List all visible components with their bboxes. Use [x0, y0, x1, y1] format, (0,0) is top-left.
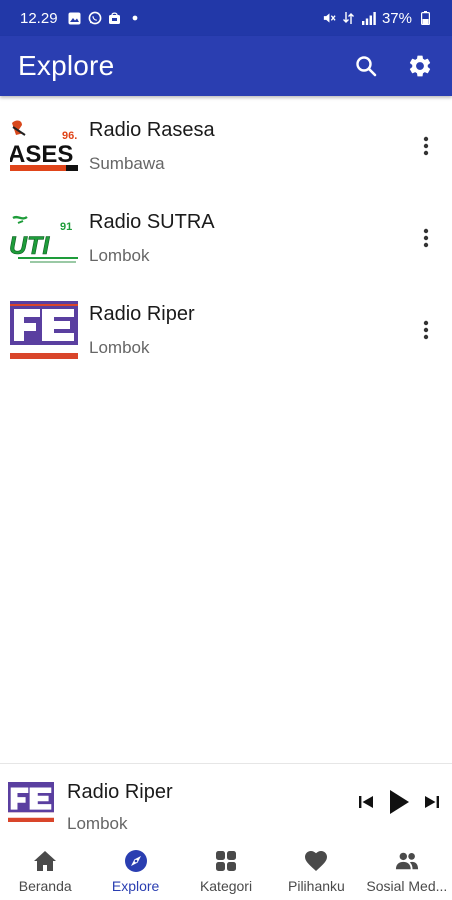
list-item-sutra[interactable]: 91 UTI Radio SUTRA Lombok [0, 192, 452, 284]
list-item-riper[interactable]: Radio Riper Lombok [0, 284, 452, 376]
more-options-button[interactable] [414, 134, 438, 158]
mini-text: Radio Riper Lombok [67, 770, 173, 834]
search-icon [356, 56, 377, 77]
page-title: Explore [18, 50, 115, 81]
next-icon [425, 795, 439, 808]
settings-button[interactable] [406, 52, 434, 80]
riper-logo [10, 301, 78, 359]
nav-item-explore[interactable]: Explore [90, 839, 180, 900]
previous-button[interactable] [358, 794, 374, 810]
grid-icon [214, 849, 238, 873]
station-list: 96. ASES Radio Rasesa Sumbawa 91 UTI Rad… [0, 100, 452, 376]
battery-text: 37% [381, 9, 412, 27]
station-region: Sumbawa [89, 154, 165, 173]
nav-label: Explore [111, 878, 160, 894]
station-text: Radio SUTRA Lombok [89, 210, 215, 266]
more-vert-icon [423, 320, 429, 340]
signal-icon [361, 11, 376, 25]
svg-text:UTI: UTI [10, 232, 50, 260]
more-options-button[interactable] [414, 226, 438, 250]
station-region: Lombok [89, 246, 150, 265]
status-bar: 12.29 37% [0, 0, 452, 36]
station-name: Radio SUTRA [89, 211, 215, 233]
status-left: 12.29 [20, 10, 142, 27]
station-name: Radio Rasesa [89, 119, 215, 141]
riper-logo [8, 781, 54, 822]
svg-text:91: 91 [60, 221, 72, 233]
sutra-logo: 91 UTI [10, 209, 78, 267]
nav-label: Sosial Med... [366, 878, 448, 894]
next-button[interactable] [424, 794, 440, 810]
mini-player[interactable]: Radio Riper Lombok [0, 763, 452, 839]
home-icon [33, 849, 57, 873]
heart-icon [304, 849, 328, 873]
nav-label: Kategori [199, 878, 253, 894]
player-controls [358, 789, 440, 815]
settings-icon [409, 55, 431, 77]
image-icon [68, 11, 82, 25]
data-icon [342, 11, 356, 25]
nav-item-pilihanku[interactable]: Pilihanku [271, 839, 361, 900]
app-bar: Explore [0, 36, 452, 96]
more-vert-icon [423, 136, 429, 156]
nav-label: Beranda [18, 878, 72, 894]
nav-label: Pilihanku [288, 878, 345, 894]
play-icon [390, 789, 409, 814]
rasesa-logo: 96. ASES [10, 117, 78, 175]
more-options-button[interactable] [414, 318, 438, 342]
more-vert-icon [423, 228, 429, 248]
search-button[interactable] [352, 52, 380, 80]
play-button[interactable] [388, 789, 410, 815]
compass-icon [124, 849, 148, 873]
mute-icon [322, 11, 336, 25]
bottom-nav: Beranda Explore Kategori Pilihanku Sosia… [0, 839, 452, 900]
dot-icon [128, 11, 142, 25]
station-name: Radio Riper [89, 303, 195, 325]
previous-icon [359, 795, 373, 808]
store-icon [108, 11, 122, 25]
now-playing-name: Radio Riper [67, 780, 173, 803]
people-icon [395, 849, 419, 873]
svg-text:ASES: ASES [10, 141, 73, 168]
nav-item-kategori[interactable]: Kategori [181, 839, 271, 900]
station-region: Lombok [89, 338, 150, 357]
now-playing-region: Lombok [67, 813, 128, 833]
station-text: Radio Riper Lombok [89, 302, 195, 358]
station-text: Radio Rasesa Sumbawa [89, 118, 215, 174]
status-right: 37% [322, 10, 432, 27]
app-actions [352, 52, 434, 80]
battery-icon [418, 11, 432, 25]
whatsapp-icon [88, 11, 102, 25]
nav-item-sosial-media[interactable]: Sosial Med... [362, 839, 452, 900]
status-time: 12.29 [20, 9, 58, 27]
list-item-rasesa[interactable]: 96. ASES Radio Rasesa Sumbawa [0, 100, 452, 192]
nav-item-beranda[interactable]: Beranda [0, 839, 90, 900]
